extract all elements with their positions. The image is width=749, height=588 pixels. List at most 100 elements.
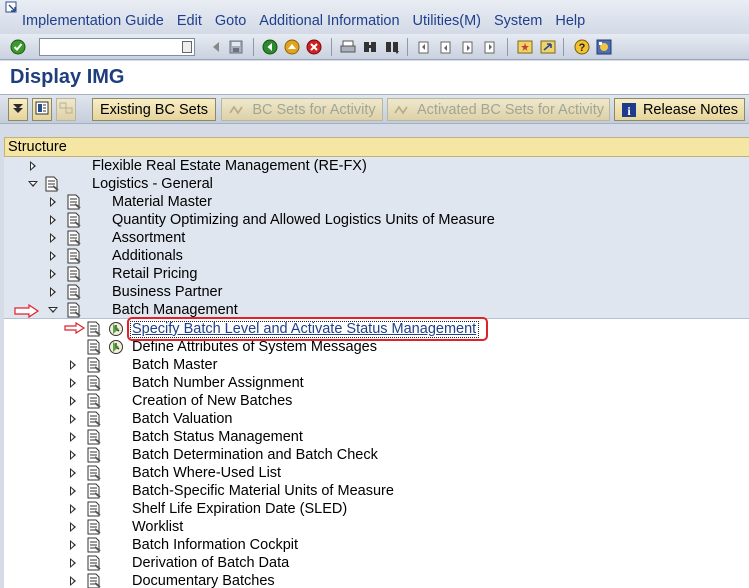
tree-node-documentary-batches[interactable]: Documentary Batches <box>4 572 749 588</box>
tree-node-retail-pricing[interactable]: Retail Pricing <box>4 265 749 283</box>
tree-node-batch-valuation[interactable]: Batch Valuation <box>4 410 749 428</box>
tree-node-label[interactable]: Retail Pricing <box>112 265 197 283</box>
expand-triangle-icon[interactable] <box>70 396 76 406</box>
expand-triangle-icon[interactable] <box>70 414 76 424</box>
expand-triangle-icon[interactable] <box>70 486 76 496</box>
where-used-button[interactable] <box>56 98 76 121</box>
expand-triangle-icon[interactable] <box>70 378 76 388</box>
tree-node-batch-information-cockpit[interactable]: Batch Information Cockpit <box>4 536 749 554</box>
tree-node-business-partner[interactable]: Business Partner <box>4 283 749 301</box>
tree-node-label[interactable]: Batch Number Assignment <box>132 374 304 392</box>
expand-triangle-icon[interactable] <box>50 287 56 297</box>
expand-triangle-icon[interactable] <box>70 558 76 568</box>
tree-node-label[interactable]: Material Master <box>112 193 212 211</box>
menu-system[interactable]: System <box>494 12 542 30</box>
tree-node-batch-master[interactable]: Batch Master <box>4 356 749 374</box>
menu-goto[interactable]: Goto <box>215 12 246 30</box>
tree-node-label[interactable]: Batch Where-Used List <box>132 464 281 482</box>
bc-sets-for-activity-button[interactable]: BC Sets for Activity <box>221 98 383 121</box>
tree-node-label[interactable]: Business Partner <box>112 283 222 301</box>
help-icon[interactable]: ? <box>574 39 590 55</box>
save-icon[interactable] <box>228 39 244 55</box>
release-notes-button[interactable]: i Release Notes <box>614 98 745 121</box>
menu-help[interactable]: Help <box>555 12 585 30</box>
expand-triangle-icon[interactable] <box>50 269 56 279</box>
tree-node-label[interactable]: Documentary Batches <box>132 572 275 588</box>
tree-node-additionals[interactable]: Additionals <box>4 247 749 265</box>
tree-node-label[interactable]: Batch Master <box>132 356 217 374</box>
tree-node-worklist[interactable]: Worklist <box>4 518 749 536</box>
find-icon[interactable] <box>362 39 378 55</box>
exit-icon[interactable] <box>284 39 300 55</box>
expand-triangle-icon[interactable] <box>50 251 56 261</box>
existing-bc-sets-button[interactable]: Existing BC Sets <box>92 98 216 121</box>
tree-node-batch-determination[interactable]: Batch Determination and Batch Check <box>4 446 749 464</box>
print-icon[interactable] <box>340 39 356 55</box>
expand-triangle-icon[interactable] <box>70 360 76 370</box>
collapse-triangle-icon[interactable] <box>28 181 38 187</box>
img-info-button[interactable] <box>32 98 52 121</box>
tree-node-label[interactable]: Quantity Optimizing and Allowed Logistic… <box>112 211 495 229</box>
tree-node-label[interactable]: Creation of New Batches <box>132 392 292 410</box>
find-next-icon[interactable] <box>384 39 400 55</box>
cancel-icon[interactable] <box>306 39 322 55</box>
back-icon[interactable] <box>262 39 278 55</box>
expand-triangle-icon[interactable] <box>70 540 76 550</box>
tree-node-label[interactable]: Worklist <box>132 518 183 536</box>
tree-node-label[interactable]: Shelf Life Expiration Date (SLED) <box>132 500 347 518</box>
activated-bc-sets-button[interactable]: Activated BC Sets for Activity <box>387 98 610 121</box>
shortcut-icon[interactable] <box>540 39 556 55</box>
expand-triangle-icon[interactable] <box>70 576 76 586</box>
expand-triangle-icon[interactable] <box>70 450 76 460</box>
tree-node-label[interactable]: Batch-Specific Material Units of Measure <box>132 482 394 500</box>
tree-node-label[interactable]: Batch Valuation <box>132 410 233 428</box>
command-field[interactable] <box>39 38 195 56</box>
tree-node-label[interactable]: Batch Information Cockpit <box>132 536 298 554</box>
expand-triangle-icon[interactable] <box>70 504 76 514</box>
tree-node-label[interactable]: Additionals <box>112 247 183 265</box>
tree-node-label[interactable]: Batch Status Management <box>132 428 303 446</box>
tree-node-batch-status-management[interactable]: Batch Status Management <box>4 428 749 446</box>
tree-node-batch-where-used[interactable]: Batch Where-Used List <box>4 464 749 482</box>
command-history-dropdown[interactable] <box>182 41 192 53</box>
expand-triangle-icon[interactable] <box>70 468 76 478</box>
tree-node-quantity-optimizing[interactable]: Quantity Optimizing and Allowed Logistic… <box>4 211 749 229</box>
enter-checkmark-icon[interactable] <box>10 39 26 55</box>
menu-implementation-guide[interactable]: Implementation Guide <box>22 12 164 30</box>
menu-utilities[interactable]: Utilities(M) <box>413 12 481 30</box>
menu-additional-information[interactable]: Additional Information <box>259 12 399 30</box>
first-page-icon[interactable] <box>416 39 432 55</box>
tree-node-batch-specific-uom[interactable]: Batch-Specific Material Units of Measure <box>4 482 749 500</box>
expand-triangle-icon[interactable] <box>50 215 56 225</box>
tree-node-creation-new-batches[interactable]: Creation of New Batches <box>4 392 749 410</box>
tree-node-material-master[interactable]: Material Master <box>4 193 749 211</box>
menu-edit[interactable]: Edit <box>177 12 202 30</box>
tree-node-assortment[interactable]: Assortment <box>4 229 749 247</box>
tree-node-label[interactable]: Assortment <box>112 229 185 247</box>
create-session-icon[interactable] <box>517 39 533 55</box>
expand-triangle-icon[interactable] <box>50 197 56 207</box>
collapse-triangle-icon[interactable] <box>48 307 58 313</box>
command-input[interactable] <box>40 40 176 56</box>
expand-subtree-button[interactable] <box>8 98 28 121</box>
layout-menu-icon[interactable] <box>596 39 612 55</box>
expand-triangle-icon[interactable] <box>50 233 56 243</box>
system-menu-icon[interactable] <box>5 1 19 14</box>
tree-node-batch-number-assignment[interactable]: Batch Number Assignment <box>4 374 749 392</box>
tree-node-re-fx[interactable]: Flexible Real Estate Management (RE-FX) <box>4 157 749 175</box>
previous-page-icon[interactable] <box>438 39 454 55</box>
expand-triangle-icon[interactable] <box>30 161 36 171</box>
expand-triangle-icon[interactable] <box>70 432 76 442</box>
next-page-icon[interactable] <box>460 39 476 55</box>
tree-node-sled[interactable]: Shelf Life Expiration Date (SLED) <box>4 500 749 518</box>
expand-triangle-icon[interactable] <box>70 522 76 532</box>
tree-node-label[interactable]: Logistics - General <box>92 175 213 193</box>
tree-node-label[interactable]: Batch Determination and Batch Check <box>132 446 378 464</box>
execute-clock-icon[interactable] <box>108 321 124 337</box>
tree-node-label[interactable]: Derivation of Batch Data <box>132 554 289 572</box>
execute-clock-icon[interactable] <box>108 339 124 355</box>
tree-node-derivation-batch-data[interactable]: Derivation of Batch Data <box>4 554 749 572</box>
last-page-icon[interactable] <box>482 39 498 55</box>
tree-node-label[interactable]: Flexible Real Estate Management (RE-FX) <box>92 157 367 175</box>
tree-node-logistics-general[interactable]: Logistics - General <box>4 175 749 193</box>
